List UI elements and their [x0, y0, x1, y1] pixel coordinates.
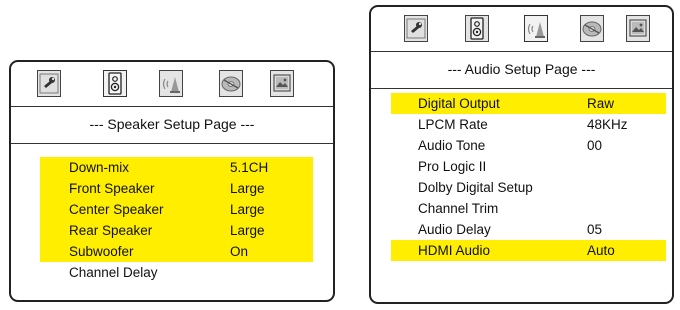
menu-item-hdmi-audio[interactable]: HDMI Audio Auto [391, 240, 666, 261]
menu-item-digital-output[interactable]: Digital Output Raw [391, 93, 666, 114]
wrench-icon[interactable] [404, 15, 428, 42]
picture-icon-glyph [629, 19, 647, 37]
menu-item-label: Audio Delay [418, 222, 491, 237]
menu-item-label: Front Speaker [69, 181, 155, 196]
picture-icon[interactable] [270, 70, 294, 97]
audio-wave-icon-glyph [527, 22, 545, 38]
disc-icon-glyph [582, 21, 602, 37]
menu-item-label: Channel Trim [418, 201, 499, 216]
picture-icon-glyph [273, 74, 291, 92]
menu-item-subwoofer[interactable]: Subwoofer On [40, 241, 313, 262]
menu-item-label: Dolby Digital Setup [418, 180, 533, 195]
audio-tab-bar [371, 7, 672, 52]
menu-item-dolby-digital-setup[interactable]: Dolby Digital Setup [391, 177, 666, 198]
wrench-icon-glyph [406, 18, 426, 39]
speaker-icon[interactable] [103, 70, 127, 97]
menu-item-value: Large [230, 181, 265, 196]
menu-item-value: Large [230, 202, 265, 217]
menu-item-value: 00 [587, 138, 603, 153]
menu-item-audio-delay[interactable]: Audio Delay 05 [391, 219, 666, 240]
audio-wave-icon[interactable] [524, 15, 548, 42]
menu-item-channel-delay[interactable]: Channel Delay [40, 262, 313, 283]
menu-item-label: Pro Logic II [418, 159, 487, 174]
menu-item-pro-logic-ii[interactable]: Pro Logic II [391, 156, 666, 177]
audio-wave-icon[interactable] [159, 70, 183, 97]
menu-item-value: Raw [587, 96, 615, 111]
menu-item-value: 5.1CH [230, 160, 269, 175]
menu-item-audio-tone[interactable]: Audio Tone 00 [391, 135, 666, 156]
speaker-icon-glyph [470, 17, 484, 40]
page-title: --- Audio Setup Page --- [371, 51, 672, 89]
menu-item-down-mix[interactable]: Down-mix 5.1CH [40, 157, 313, 178]
menu-item-label: Digital Output [418, 96, 500, 111]
disc-icon[interactable] [219, 70, 243, 97]
menu-item-rear-speaker[interactable]: Rear Speaker Large [40, 220, 313, 241]
speaker-setup-panel: --- Speaker Setup Page --- Down-mix 5.1C… [9, 60, 335, 302]
menu-item-value: 48KHz [587, 117, 628, 132]
menu-item-front-speaker[interactable]: Front Speaker Large [40, 178, 313, 199]
menu-item-lpcm-rate[interactable]: LPCM Rate 48KHz [391, 114, 666, 135]
disc-icon-glyph [221, 76, 241, 92]
disc-icon[interactable] [580, 15, 604, 42]
picture-icon[interactable] [626, 15, 650, 42]
speaker-tab-bar [11, 62, 333, 107]
menu-item-value: On [230, 244, 249, 259]
menu-item-label: Channel Delay [69, 265, 158, 280]
menu-item-center-speaker[interactable]: Center Speaker Large [40, 199, 313, 220]
menu-item-label: Audio Tone [418, 138, 486, 153]
menu-item-value: Auto [587, 243, 615, 258]
speaker-icon-glyph [108, 72, 122, 95]
menu-item-value: Large [230, 223, 265, 238]
menu-item-label: HDMI Audio [418, 243, 491, 258]
wrench-icon-glyph [39, 73, 59, 94]
speaker-icon[interactable] [465, 15, 489, 42]
menu-item-label: Rear Speaker [69, 223, 153, 238]
audio-setup-panel: --- Audio Setup Page --- Digital Output … [369, 5, 674, 304]
menu-item-value: 05 [587, 222, 603, 237]
menu-item-label: LPCM Rate [418, 117, 488, 132]
menu-item-label: Down-mix [69, 160, 130, 175]
menu-item-label: Center Speaker [69, 202, 164, 217]
menu-item-channel-trim[interactable]: Channel Trim [391, 198, 666, 219]
wrench-icon[interactable] [37, 70, 61, 97]
menu-item-label: Subwoofer [69, 244, 134, 259]
page-title: --- Speaker Setup Page --- [11, 106, 333, 144]
audio-wave-icon-glyph [162, 77, 180, 93]
